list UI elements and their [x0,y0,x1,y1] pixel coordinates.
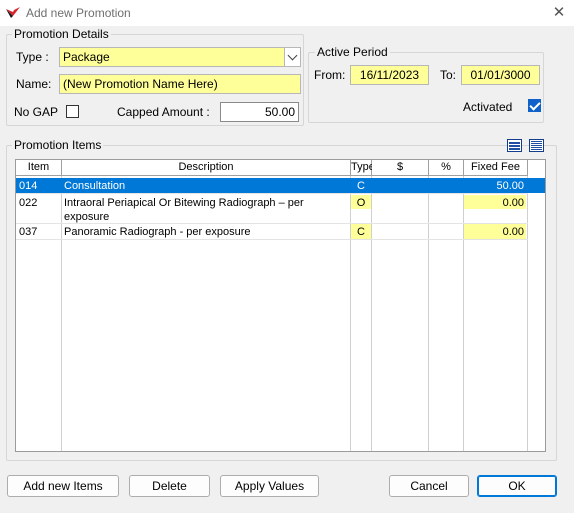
capped-amount-field[interactable]: 50.00 [220,102,299,122]
column-header-item[interactable]: Item [16,160,62,176]
column-header-description[interactable]: Description [62,160,351,176]
apply-values-button[interactable]: Apply Values [220,475,319,497]
list-view-icon[interactable] [507,139,522,152]
row-fixed-fee[interactable]: 0.00 [464,224,526,239]
window-title: Add new Promotion [26,6,131,20]
cancel-button[interactable]: Cancel [389,475,469,497]
type-select[interactable]: Package [59,47,301,67]
row-item-code: 037 [19,226,38,238]
activated-checkbox[interactable] [528,99,541,112]
row-fixed-fee[interactable]: 50.00 [464,178,526,194]
nogap-label: No GAP [14,105,59,119]
name-field[interactable]: (New Promotion Name Here) [59,74,301,94]
row-type[interactable]: C [351,224,371,239]
row-description: Consultation [64,180,126,192]
to-date-field[interactable]: 01/01/3000 [461,65,540,85]
row-divider [16,223,528,224]
column-header-fixed-fee[interactable]: Fixed Fee [464,160,528,176]
column-header-dollar[interactable]: $ [372,160,429,176]
column-divider [463,176,464,451]
column-divider [527,176,528,451]
promotion-items-grid[interactable]: Item Description Type $ % Fixed Fee 014 … [15,159,546,452]
type-select-value: Package [63,50,110,64]
add-new-items-button[interactable]: Add new Items [7,475,119,497]
to-label: To: [440,68,457,82]
row-item-code: 022 [19,197,38,209]
from-date-field[interactable]: 16/11/2023 [350,65,429,85]
promotion-items-label: Promotion Items [12,138,104,152]
column-divider [371,176,372,451]
promotion-details-label: Promotion Details [12,27,111,41]
row-item-code: 014 [19,180,38,192]
row-description: Panoramic Radiograph - per exposure [64,226,251,238]
row-type[interactable]: C [351,178,371,194]
name-label: Name: [16,77,52,91]
chevron-down-icon[interactable] [284,48,300,66]
type-label: Type : [16,50,49,64]
row-type[interactable]: O [351,195,371,209]
nogap-checkbox[interactable] [66,105,79,118]
detail-view-icon[interactable] [529,139,544,152]
row-fixed-fee[interactable]: 0.00 [464,195,526,209]
close-icon[interactable]: ✕ [551,5,567,21]
column-divider [428,176,429,451]
app-logo-icon [6,7,20,18]
column-divider [350,176,351,451]
row-divider [16,193,528,194]
active-period-label: Active Period [315,45,390,59]
delete-button[interactable]: Delete [129,475,210,497]
row-divider [16,239,528,240]
capped-amount-label: Capped Amount : [117,105,210,119]
column-header-type[interactable]: Type [351,160,375,176]
ok-button[interactable]: OK [477,475,557,497]
from-label: From: [314,68,346,82]
column-header-percent[interactable]: % [429,160,464,176]
activated-label: Activated [463,100,513,114]
